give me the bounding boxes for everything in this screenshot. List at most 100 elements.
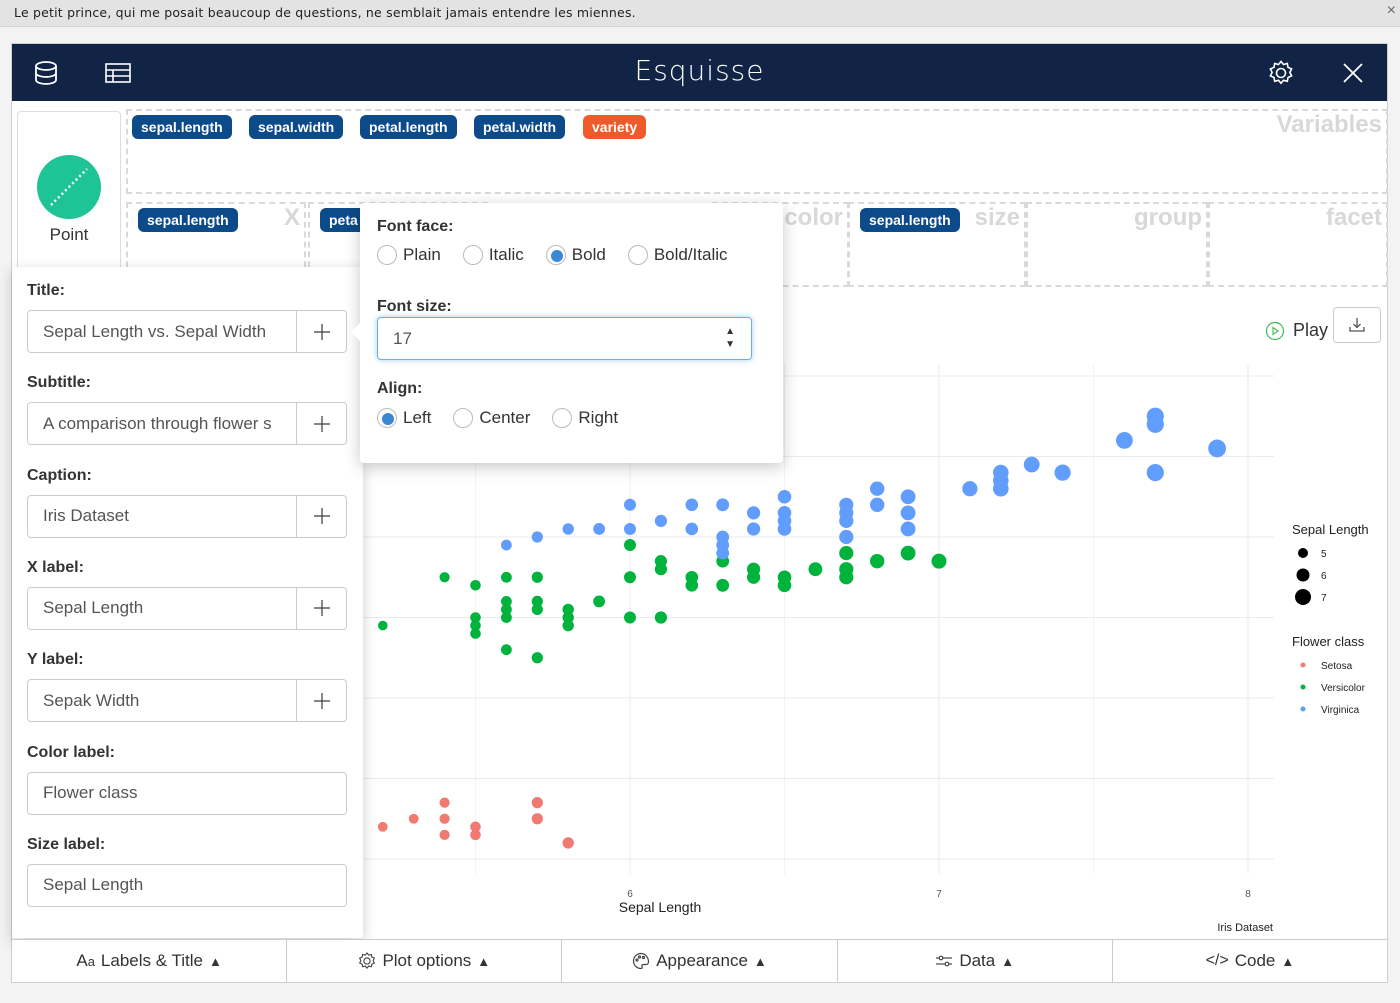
radio-indicator[interactable] [377, 245, 397, 265]
radio-label: Plain [403, 245, 441, 264]
data-point-virginica [870, 497, 885, 512]
field-label: Subtitle: [27, 374, 91, 392]
label-field-group [27, 586, 347, 630]
data-point-versicolor [593, 595, 605, 608]
gear-icon [359, 952, 376, 969]
sliders-icon [936, 955, 953, 967]
label-input[interactable] [28, 495, 296, 537]
data-point-virginica [624, 522, 636, 535]
label-input[interactable] [28, 311, 296, 352]
browser-close-button[interactable]: × [1387, 2, 1396, 20]
size-legend-label: 6 [1321, 571, 1327, 582]
tab-plot-options[interactable]: Plot options ▲ [287, 940, 563, 982]
font-face-radio-group: Plain Italic Bold Bold/Italic [377, 245, 750, 265]
font-size-input[interactable]: 17 ▲ ▼ [377, 317, 752, 360]
size-legend-key [1298, 548, 1308, 558]
tab-labels-title[interactable]: Aa Labels & Title ▲ [12, 940, 288, 982]
label-input[interactable] [28, 864, 346, 906]
plus-icon [313, 600, 330, 617]
data-point-versicolor [439, 572, 450, 583]
align-radio-center[interactable]: Center [453, 408, 530, 428]
font-face-radio-plain[interactable]: Plain [377, 245, 441, 265]
font-options-popover: Font face: Plain Italic Bold Bold/Italic Fo… [351, 203, 783, 463]
font-options-button[interactable] [296, 680, 346, 722]
labels-title-panel: Title: Subtitle: Caption: X label: Y label: C… [12, 267, 363, 938]
radio-indicator[interactable] [462, 245, 483, 265]
data-point-versicolor [624, 611, 636, 624]
data-point-versicolor [531, 571, 543, 583]
data-point-setosa [378, 822, 388, 832]
x-axis-label: Sepal Length [619, 899, 702, 915]
data-point-versicolor [747, 570, 761, 584]
font-face-radio-bold-italic[interactable]: Bold/Italic [627, 245, 728, 265]
font-options-button[interactable] [296, 403, 346, 445]
label-field-group [27, 402, 347, 446]
data-point-versicolor [501, 571, 512, 583]
data-point-versicolor [501, 612, 512, 623]
label-input[interactable] [28, 403, 296, 445]
label-input[interactable] [28, 772, 346, 814]
radio-indicator[interactable] [552, 408, 573, 428]
label-input[interactable] [28, 680, 296, 722]
font-face-radio-bold[interactable]: Bold [545, 245, 606, 265]
align-radio-right[interactable]: Right [552, 408, 618, 428]
font-size-label: Font size: [377, 298, 452, 315]
data-point-virginica [777, 522, 792, 536]
size-legend-key [1296, 568, 1310, 582]
data-point-versicolor [654, 611, 668, 624]
data-point-versicolor [839, 546, 854, 561]
data-point-versicolor [685, 579, 699, 592]
data-point-setosa [562, 837, 574, 849]
size-legend-label: 5 [1321, 549, 1327, 560]
caret-up-icon: ▲ [753, 953, 767, 969]
tab-label: Data [959, 951, 996, 970]
code-icon: </> [1205, 952, 1229, 969]
radio-label: Center [479, 408, 531, 427]
tab-code[interactable]: </> Code ▲ [1113, 940, 1387, 982]
color-legend-key [1300, 684, 1306, 690]
radio-indicator[interactable] [545, 245, 566, 265]
browser-message: Le petit prince, qui me posait beaucoup … [14, 5, 636, 20]
tab-appearance[interactable]: Appearance ▲ [562, 940, 838, 982]
data-point-setosa [439, 813, 450, 824]
data-point-virginica [900, 489, 916, 505]
radio-indicator[interactable] [627, 245, 648, 265]
field-label: Caption: [27, 466, 92, 484]
data-point-virginica [716, 498, 730, 512]
data-point-versicolor [378, 620, 388, 631]
data-point-versicolor [808, 562, 823, 577]
font-size-spinner[interactable]: ▲ ▼ [725, 325, 735, 351]
font-options-button[interactable] [296, 311, 346, 352]
tab-data[interactable]: Data ▲ [838, 940, 1113, 982]
data-point-virginica [900, 505, 916, 521]
align-label: Align: [377, 380, 423, 397]
align-radio-left[interactable]: Left [377, 408, 431, 428]
radio-indicator[interactable] [453, 408, 474, 428]
data-point-virginica [1146, 464, 1164, 482]
tab-label: Appearance [656, 951, 748, 970]
field-label: X label: [27, 558, 84, 576]
radio-indicator[interactable] [377, 408, 397, 428]
data-point-versicolor [562, 619, 574, 632]
palette-icon [633, 952, 650, 970]
data-point-versicolor [470, 628, 481, 639]
caret-up-icon: ▲ [208, 953, 222, 969]
data-point-setosa [531, 813, 543, 825]
label-field-group [27, 310, 347, 353]
color-legend-title: Flower class [1292, 634, 1365, 649]
data-point-virginica [993, 480, 1009, 497]
data-point-virginica [685, 498, 699, 512]
label-field-group [27, 863, 347, 907]
data-point-versicolor [931, 553, 947, 569]
size-legend-key [1295, 589, 1311, 605]
data-point-virginica [870, 481, 885, 496]
plus-icon [313, 692, 330, 709]
font-options-button[interactable] [296, 587, 346, 629]
data-point-versicolor [870, 553, 885, 569]
font-options-button[interactable] [296, 495, 346, 537]
text-icon: Aa [76, 951, 95, 970]
size-legend-title: Sepal Length [1292, 522, 1369, 537]
label-input[interactable] [28, 587, 296, 629]
data-point-virginica [1023, 456, 1040, 473]
font-face-radio-italic[interactable]: Italic [462, 245, 524, 265]
